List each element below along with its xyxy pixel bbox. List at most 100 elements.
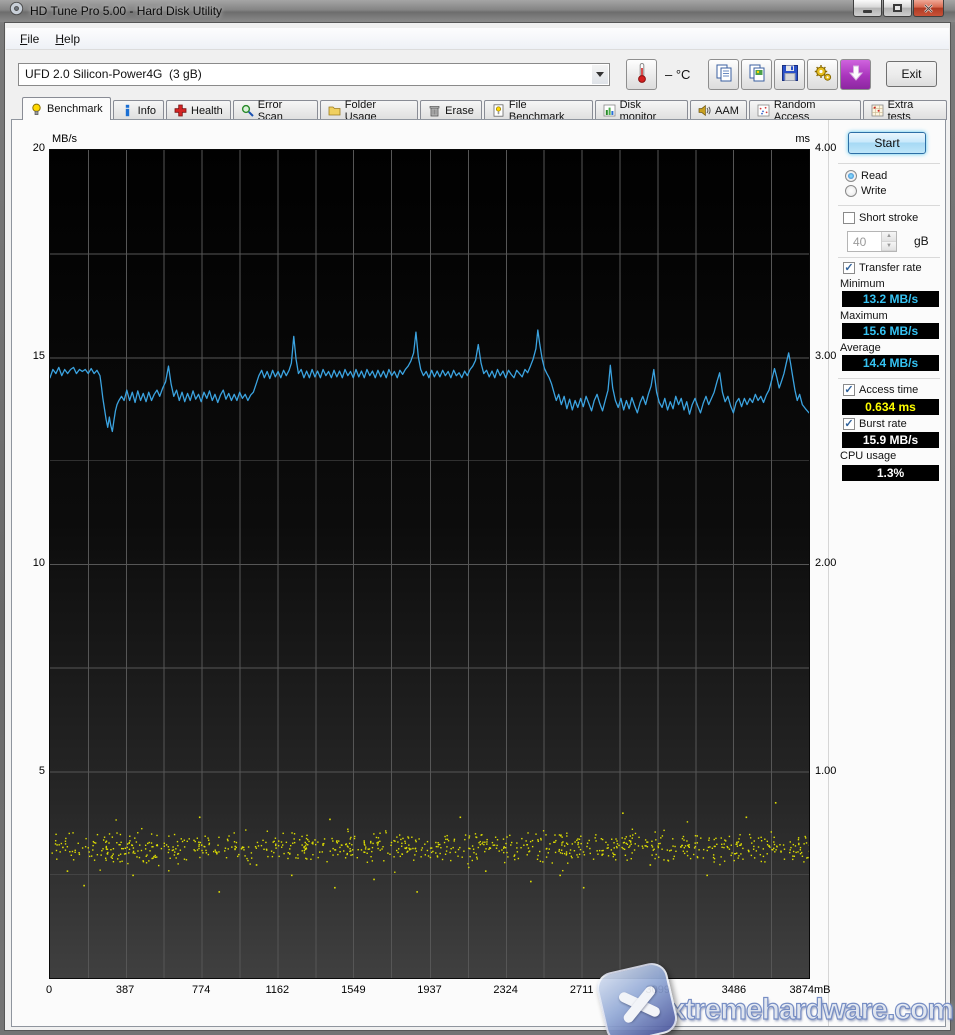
cpu-usage-value: 1.3% [842, 465, 939, 481]
exit-button[interactable]: Exit [886, 61, 937, 87]
extra-tests-icon [871, 104, 884, 117]
tab-file-benchmark[interactable]: File Benchmark [483, 99, 593, 123]
copy-text-button[interactable] [708, 58, 739, 90]
tab-label: Info [137, 104, 156, 117]
menu-file[interactable]: File [12, 29, 47, 49]
short-stroke-size-input[interactable]: 40 ▲ ▼ [847, 231, 897, 252]
x-axis-tick-label: 2324 [493, 984, 518, 996]
tab-error-scan[interactable]: Error Scan [232, 99, 318, 123]
download-button[interactable] [840, 58, 871, 90]
download-arrow-icon [846, 63, 866, 86]
tab-disk-monitor[interactable]: Disk monitor [594, 99, 689, 123]
save-button[interactable] [774, 58, 805, 90]
minimum-value: 13.2 MB/s [842, 291, 939, 307]
average-value: 14.4 MB/s [842, 355, 939, 371]
y-axis-tick-label: 15 [32, 349, 45, 362]
benchmark-chart [49, 149, 810, 979]
app-icon [9, 1, 24, 21]
spinner-down-icon[interactable]: ▼ [882, 241, 896, 251]
access-time-checkbox[interactable]: ✓ Access time [843, 383, 918, 397]
chevron-down-icon[interactable] [592, 64, 608, 84]
drive-select-value: UFD 2.0 Silicon-Power4G (3 gB) [25, 67, 202, 81]
tab-erase[interactable]: Erase [420, 100, 482, 120]
y-axis-right-unit: ms [795, 133, 810, 145]
close-button[interactable] [913, 0, 944, 17]
copy-image-icon [747, 63, 767, 86]
tab-extra-tests[interactable]: Extra tests [862, 99, 947, 123]
x-axis-tick-label: 774 [192, 984, 211, 996]
x-axis-tick-label: 387 [115, 984, 135, 996]
tab-aam[interactable]: AAM [690, 100, 747, 120]
minimize-icon [863, 9, 872, 13]
copy-image-button[interactable] [741, 58, 772, 90]
spinner-up-icon[interactable]: ▲ [882, 232, 896, 242]
x-axis-tick-label: 3099 [645, 984, 671, 996]
drive-select[interactable]: UFD 2.0 Silicon-Power4G (3 gB) [18, 62, 610, 86]
x-axis-tick-label: 2711 [569, 984, 594, 996]
tab-folder-usage[interactable]: Folder Usage [319, 99, 419, 123]
burst-rate-value: 15.9 MB/s [842, 432, 939, 448]
file-benchmark-icon [492, 104, 505, 117]
transfer-rate-checkbox[interactable]: ✓ Transfer rate [843, 261, 922, 275]
benchmark-plot-svg [50, 150, 809, 978]
tab-benchmark[interactable]: Benchmark [22, 97, 111, 120]
tab-random-access[interactable]: Random Access [748, 99, 861, 123]
start-button[interactable]: Start [848, 132, 926, 154]
minimize-button[interactable] [853, 0, 882, 17]
tab-health[interactable]: Health [166, 100, 231, 120]
y-axis-right-tick-label: 4.00 [815, 142, 837, 154]
maximize-button[interactable] [883, 0, 912, 17]
x-axis-tick-label: 3486 [721, 984, 747, 996]
close-icon [924, 3, 933, 13]
info-icon [121, 104, 134, 117]
x-axis-tick-label: 3874mB [789, 984, 831, 996]
tab-label: AAM [715, 104, 739, 117]
window-title: HD Tune Pro 5.00 - Hard Disk Utility [30, 4, 223, 18]
menu-help[interactable]: Help [47, 29, 88, 49]
copy-text-icon [714, 63, 734, 86]
checkbox-checked-icon: ✓ [843, 383, 855, 396]
y-axis-left-unit: MB/s [52, 133, 78, 145]
checkbox-checked-icon: ✓ [843, 261, 855, 274]
temperature-button[interactable] [626, 58, 657, 90]
tab-label: Health [191, 104, 223, 117]
checkbox-checked-icon: ✓ [843, 417, 855, 430]
y-axis-tick-label: 20 [32, 142, 45, 154]
access-time-value: 0.634 ms [842, 399, 939, 415]
tab-info[interactable]: Info [112, 100, 164, 120]
y-axis-right-tick-label: 1.00 [815, 764, 837, 777]
temperature-readout: – °C [665, 66, 691, 82]
thermometer-icon [632, 62, 652, 87]
lightbulb-icon [30, 103, 43, 116]
minimum-label: Minimum [840, 278, 885, 290]
x-axis-tick-label: 0 [45, 984, 53, 996]
radio-selected-icon [845, 170, 857, 182]
save-icon [780, 63, 800, 86]
radio-unselected-icon [845, 185, 857, 197]
x-axis-tick-label: 1162 [265, 984, 290, 996]
maximum-value: 15.6 MB/s [842, 323, 939, 339]
y-axis-tick-label: 5 [38, 764, 45, 777]
short-stroke-checkbox[interactable]: Short stroke [843, 211, 918, 225]
title-bar[interactable]: HD Tune Pro 5.00 - Hard Disk Utility [0, 0, 955, 22]
toolbar: UFD 2.0 Silicon-Power4G (3 gB) – °C Exit [6, 51, 949, 97]
tab-label: Erase [445, 104, 474, 117]
burst-rate-checkbox[interactable]: ✓ Burst rate [843, 417, 907, 431]
short-stroke-unit: gB [914, 234, 929, 248]
panel-divider [828, 120, 829, 1026]
y-axis-right-tick-label: 2.00 [815, 557, 837, 569]
write-radio[interactable]: Write [845, 184, 886, 198]
client-area: File Help UFD 2.0 Silicon-Power4G (3 gB)… [4, 22, 951, 1031]
bar-chart-icon [603, 104, 616, 117]
options-gear-icon [813, 63, 833, 86]
options-button[interactable] [807, 58, 838, 90]
tab-label: Benchmark [47, 103, 103, 115]
app-window: HD Tune Pro 5.00 - Hard Disk Utility Fil… [0, 0, 955, 1035]
tab-strip: Benchmark Info Health Error Scan Folder Usag… [6, 97, 949, 123]
speaker-icon [698, 104, 711, 117]
read-radio[interactable]: Read [845, 169, 887, 183]
checkbox-unchecked-icon [843, 212, 855, 224]
benchmark-controls: Start Read Write Short stroke 40 ▲ ▼ gB … [836, 120, 945, 1026]
scatter-icon [757, 104, 770, 117]
cpu-usage-label: CPU usage [840, 450, 897, 462]
